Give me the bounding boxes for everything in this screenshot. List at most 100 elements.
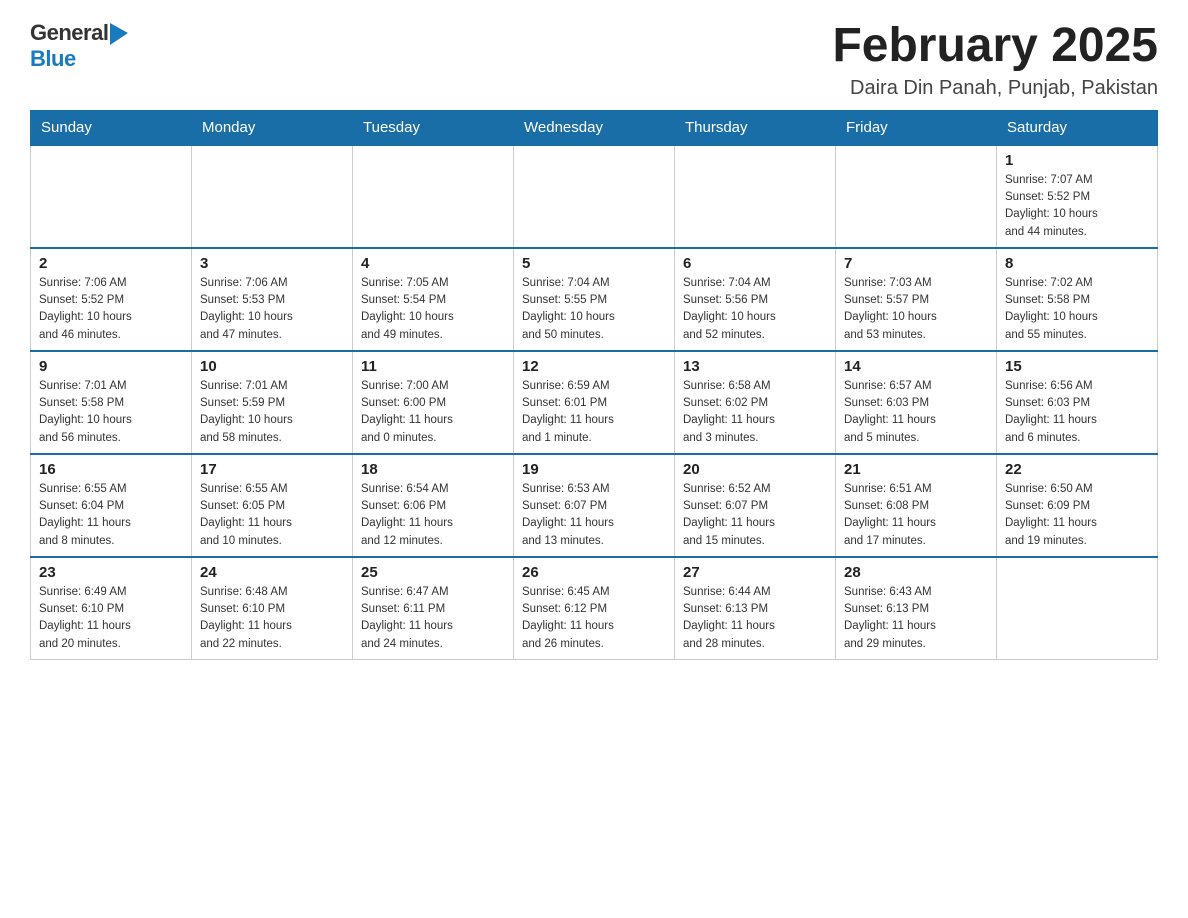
calendar-day-cell: 20 Sunrise: 6:52 AM Sunset: 6:07 PM Dayli… xyxy=(675,454,836,557)
weekday-header-cell: Friday xyxy=(836,110,997,145)
day-number: 21 xyxy=(844,461,988,478)
logo: General Blue xyxy=(30,20,128,72)
calendar-day-cell xyxy=(675,145,836,248)
day-number: 13 xyxy=(683,358,827,375)
day-number: 27 xyxy=(683,564,827,581)
calendar-day-cell: 21 Sunrise: 6:51 AM Sunset: 6:08 PM Dayli… xyxy=(836,454,997,557)
day-info: Sunrise: 6:57 AM Sunset: 6:03 PM Dayligh… xyxy=(844,378,988,447)
calendar-day-cell: 9 Sunrise: 7:01 AM Sunset: 5:58 PM Daylig… xyxy=(31,351,192,454)
weekday-header-cell: Sunday xyxy=(31,110,192,145)
calendar-day-cell: 3Sunrise: 7:06 AM Sunset: 5:53 PM Daylig… xyxy=(192,248,353,351)
calendar-week-row: 1Sunrise: 7:07 AM Sunset: 5:52 PM Daylig… xyxy=(31,145,1158,248)
day-info: Sunrise: 7:00 AM Sunset: 6:00 PM Dayligh… xyxy=(361,378,505,447)
day-number: 22 xyxy=(1005,461,1149,478)
weekday-header-cell: Monday xyxy=(192,110,353,145)
day-info: Sunrise: 6:53 AM Sunset: 6:07 PM Dayligh… xyxy=(522,481,666,550)
calendar-day-cell: 26 Sunrise: 6:45 AM Sunset: 6:12 PM Dayli… xyxy=(514,557,675,660)
calendar-week-row: 9 Sunrise: 7:01 AM Sunset: 5:58 PM Daylig… xyxy=(31,351,1158,454)
calendar-week-row: 23 Sunrise: 6:49 AM Sunset: 6:10 PM Dayli… xyxy=(31,557,1158,660)
day-info: Sunrise: 6:59 AM Sunset: 6:01 PM Dayligh… xyxy=(522,378,666,447)
day-info: Sunrise: 7:04 AM Sunset: 5:56 PM Dayligh… xyxy=(683,275,827,344)
weekday-header-cell: Thursday xyxy=(675,110,836,145)
day-number: 6 xyxy=(683,255,827,272)
weekday-header-cell: Tuesday xyxy=(353,110,514,145)
calendar-day-cell xyxy=(192,145,353,248)
day-number: 10 xyxy=(200,358,344,375)
calendar-day-cell: 4 Sunrise: 7:05 AM Sunset: 5:54 PM Daylig… xyxy=(353,248,514,351)
day-number: 20 xyxy=(683,461,827,478)
calendar-week-row: 16 Sunrise: 6:55 AM Sunset: 6:04 PM Dayli… xyxy=(31,454,1158,557)
calendar-day-cell: 16 Sunrise: 6:55 AM Sunset: 6:04 PM Dayli… xyxy=(31,454,192,557)
day-info: Sunrise: 6:49 AM Sunset: 6:10 PM Dayligh… xyxy=(39,584,183,653)
calendar-day-cell: 8Sunrise: 7:02 AM Sunset: 5:58 PM Daylig… xyxy=(997,248,1158,351)
calendar-day-cell: 12 Sunrise: 6:59 AM Sunset: 6:01 PM Dayli… xyxy=(514,351,675,454)
day-number: 9 xyxy=(39,358,183,375)
calendar-subtitle: Daira Din Panah, Punjab, Pakistan xyxy=(832,77,1158,100)
day-info: Sunrise: 6:45 AM Sunset: 6:12 PM Dayligh… xyxy=(522,584,666,653)
calendar-day-cell: 27 Sunrise: 6:44 AM Sunset: 6:13 PM Dayli… xyxy=(675,557,836,660)
day-number: 23 xyxy=(39,564,183,581)
day-info: Sunrise: 6:58 AM Sunset: 6:02 PM Dayligh… xyxy=(683,378,827,447)
day-number: 16 xyxy=(39,461,183,478)
calendar-day-cell: 13 Sunrise: 6:58 AM Sunset: 6:02 PM Dayli… xyxy=(675,351,836,454)
calendar-day-cell: 17 Sunrise: 6:55 AM Sunset: 6:05 PM Dayli… xyxy=(192,454,353,557)
calendar-day-cell xyxy=(836,145,997,248)
day-number: 8 xyxy=(1005,255,1149,272)
calendar-day-cell: 6 Sunrise: 7:04 AM Sunset: 5:56 PM Daylig… xyxy=(675,248,836,351)
day-info: Sunrise: 6:54 AM Sunset: 6:06 PM Dayligh… xyxy=(361,481,505,550)
day-number: 12 xyxy=(522,358,666,375)
weekday-header-cell: Wednesday xyxy=(514,110,675,145)
day-info: Sunrise: 6:55 AM Sunset: 6:04 PM Dayligh… xyxy=(39,481,183,550)
day-info: Sunrise: 6:52 AM Sunset: 6:07 PM Dayligh… xyxy=(683,481,827,550)
day-number: 5 xyxy=(522,255,666,272)
day-number: 14 xyxy=(844,358,988,375)
weekday-header-row: SundayMondayTuesdayWednesdayThursdayFrid… xyxy=(31,110,1158,145)
calendar-day-cell xyxy=(353,145,514,248)
calendar-day-cell: 19 Sunrise: 6:53 AM Sunset: 6:07 PM Dayli… xyxy=(514,454,675,557)
calendar-day-cell: 5 Sunrise: 7:04 AM Sunset: 5:55 PM Daylig… xyxy=(514,248,675,351)
day-info: Sunrise: 6:48 AM Sunset: 6:10 PM Dayligh… xyxy=(200,584,344,653)
calendar-day-cell: 25Sunrise: 6:47 AM Sunset: 6:11 PM Dayli… xyxy=(353,557,514,660)
day-info: Sunrise: 7:06 AM Sunset: 5:53 PM Dayligh… xyxy=(200,275,344,344)
logo-blue-text: Blue xyxy=(30,46,76,72)
day-number: 17 xyxy=(200,461,344,478)
calendar-day-cell: 2Sunrise: 7:06 AM Sunset: 5:52 PM Daylig… xyxy=(31,248,192,351)
page-header: General Blue February 2025 Daira Din Pan… xyxy=(30,20,1158,100)
day-info: Sunrise: 7:06 AM Sunset: 5:52 PM Dayligh… xyxy=(39,275,183,344)
calendar-day-cell: 10Sunrise: 7:01 AM Sunset: 5:59 PM Dayli… xyxy=(192,351,353,454)
logo-general-text: General xyxy=(30,20,108,46)
day-number: 1 xyxy=(1005,152,1149,169)
calendar-body: 1Sunrise: 7:07 AM Sunset: 5:52 PM Daylig… xyxy=(31,145,1158,660)
calendar-day-cell: 22 Sunrise: 6:50 AM Sunset: 6:09 PM Dayli… xyxy=(997,454,1158,557)
day-number: 19 xyxy=(522,461,666,478)
calendar-day-cell: 1Sunrise: 7:07 AM Sunset: 5:52 PM Daylig… xyxy=(997,145,1158,248)
day-number: 24 xyxy=(200,564,344,581)
day-info: Sunrise: 6:56 AM Sunset: 6:03 PM Dayligh… xyxy=(1005,378,1149,447)
calendar-day-cell: 18 Sunrise: 6:54 AM Sunset: 6:06 PM Dayli… xyxy=(353,454,514,557)
day-number: 4 xyxy=(361,255,505,272)
day-info: Sunrise: 6:51 AM Sunset: 6:08 PM Dayligh… xyxy=(844,481,988,550)
calendar-day-cell: 24 Sunrise: 6:48 AM Sunset: 6:10 PM Dayli… xyxy=(192,557,353,660)
day-info: Sunrise: 6:55 AM Sunset: 6:05 PM Dayligh… xyxy=(200,481,344,550)
calendar-title: February 2025 xyxy=(832,20,1158,73)
day-info: Sunrise: 7:03 AM Sunset: 5:57 PM Dayligh… xyxy=(844,275,988,344)
day-info: Sunrise: 6:44 AM Sunset: 6:13 PM Dayligh… xyxy=(683,584,827,653)
calendar-day-cell: 23 Sunrise: 6:49 AM Sunset: 6:10 PM Dayli… xyxy=(31,557,192,660)
calendar-day-cell: 28 Sunrise: 6:43 AM Sunset: 6:13 PM Dayli… xyxy=(836,557,997,660)
calendar-day-cell: 14 Sunrise: 6:57 AM Sunset: 6:03 PM Dayli… xyxy=(836,351,997,454)
day-info: Sunrise: 6:50 AM Sunset: 6:09 PM Dayligh… xyxy=(1005,481,1149,550)
day-number: 25 xyxy=(361,564,505,581)
day-info: Sunrise: 6:43 AM Sunset: 6:13 PM Dayligh… xyxy=(844,584,988,653)
day-info: Sunrise: 7:04 AM Sunset: 5:55 PM Dayligh… xyxy=(522,275,666,344)
logo-arrow-icon xyxy=(110,23,128,45)
calendar-day-cell xyxy=(514,145,675,248)
day-number: 26 xyxy=(522,564,666,581)
day-number: 7 xyxy=(844,255,988,272)
day-info: Sunrise: 7:05 AM Sunset: 5:54 PM Dayligh… xyxy=(361,275,505,344)
day-number: 18 xyxy=(361,461,505,478)
day-number: 28 xyxy=(844,564,988,581)
calendar-day-cell: 7 Sunrise: 7:03 AM Sunset: 5:57 PM Daylig… xyxy=(836,248,997,351)
day-info: Sunrise: 7:01 AM Sunset: 5:58 PM Dayligh… xyxy=(39,378,183,447)
calendar-day-cell: 11Sunrise: 7:00 AM Sunset: 6:00 PM Dayli… xyxy=(353,351,514,454)
title-section: February 2025 Daira Din Panah, Punjab, P… xyxy=(832,20,1158,100)
